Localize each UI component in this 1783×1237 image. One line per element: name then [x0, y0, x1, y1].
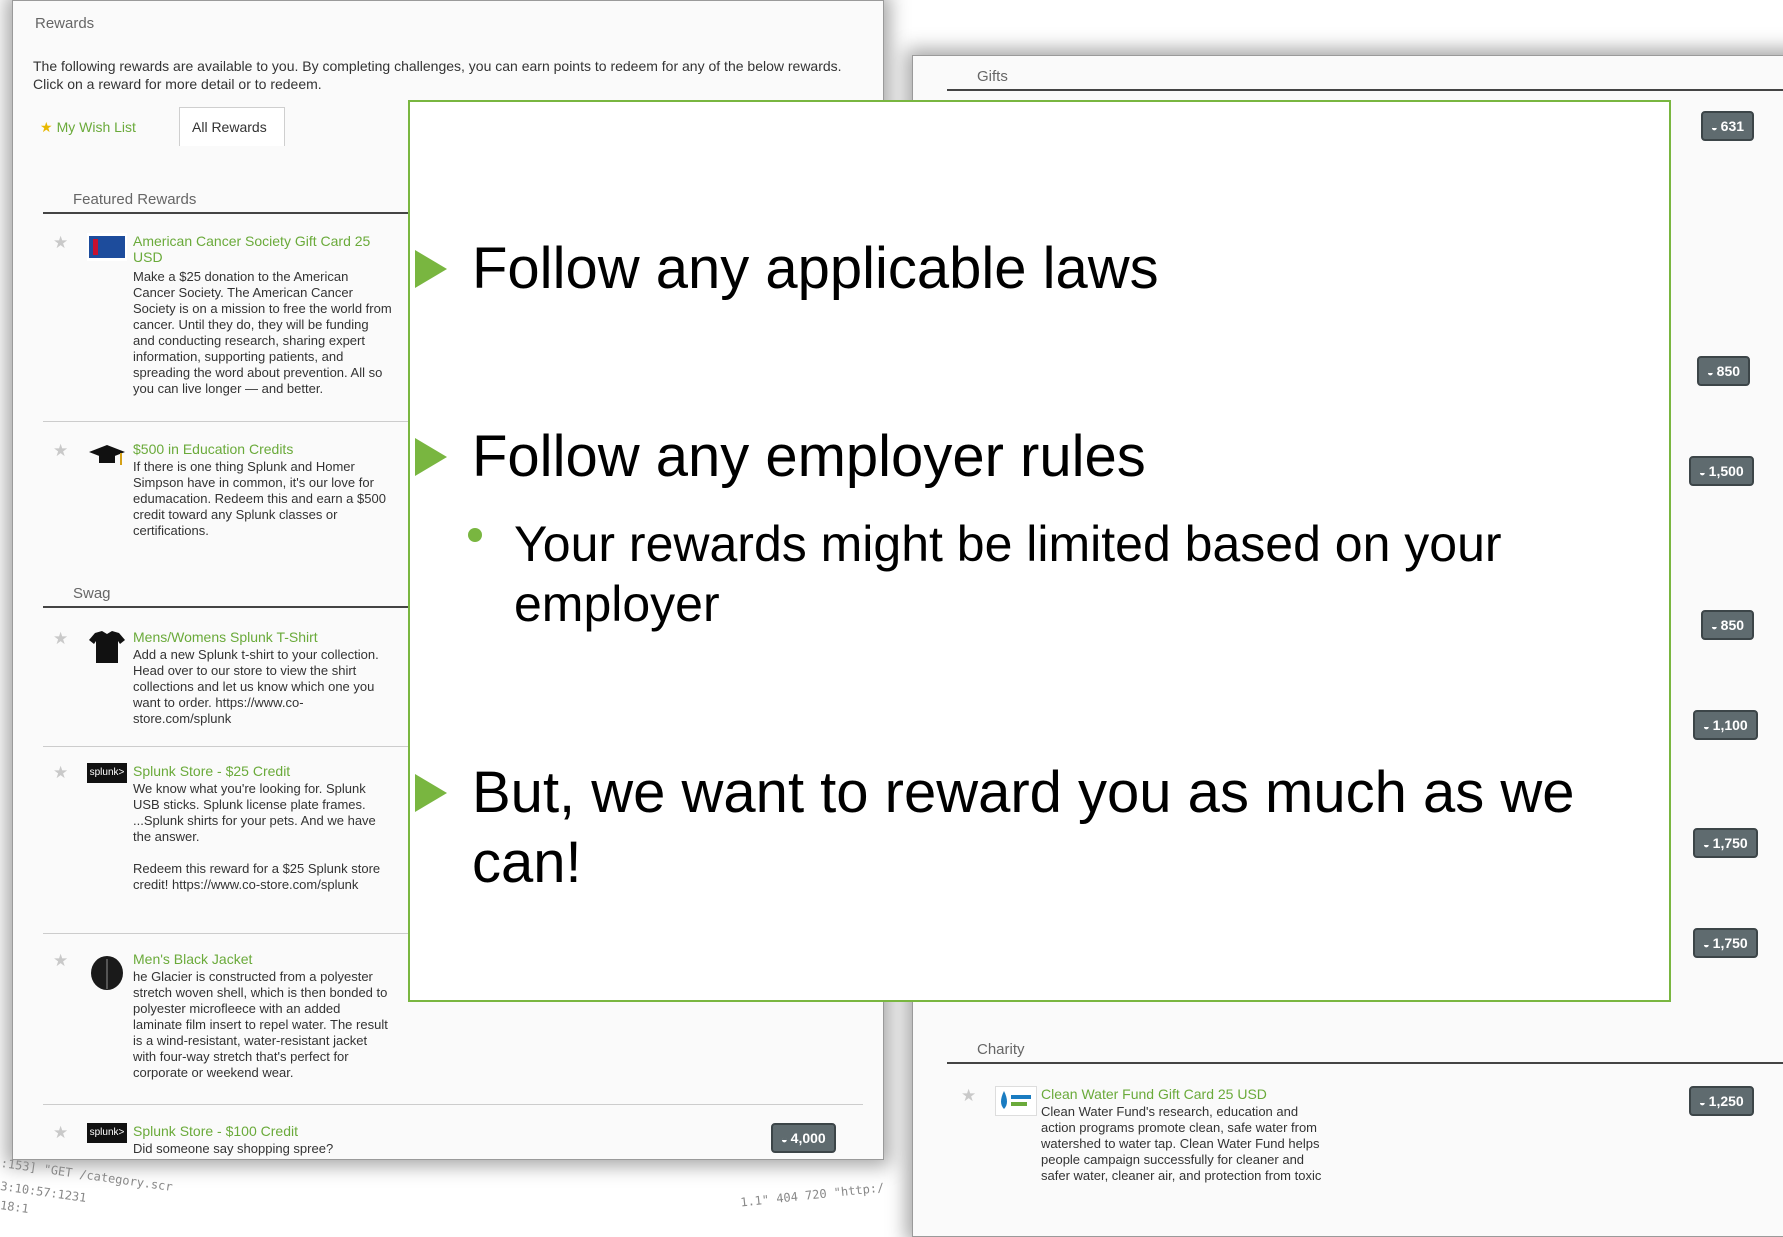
splunk-logo-text: splunk> — [89, 1127, 125, 1138]
points-icon: ◒ — [1711, 621, 1718, 633]
points-icon: ◒ — [1703, 839, 1710, 851]
reward-description: If there is one thing Splunk and Homer S… — [133, 459, 386, 538]
points-badge[interactable]: ◒ 631 — [1701, 111, 1755, 141]
reward-title[interactable]: Men's Black Jacket — [133, 951, 373, 967]
points-value: 1,750 — [1712, 835, 1748, 851]
gifts-heading: Gifts — [947, 68, 1783, 91]
reward-description: Did someone say shopping spree? — [133, 1141, 334, 1156]
points-icon: ◒ — [1699, 1097, 1706, 1109]
log-text: 18:1 — [0, 1198, 30, 1216]
points-icon: ◒ — [1703, 721, 1710, 733]
points-badge[interactable]: ◒ 4,000 — [771, 1123, 836, 1153]
bullet-text: But, we want to reward you as much as we… — [472, 760, 1575, 895]
points-badge[interactable]: ◒ 1,250 — [1689, 1086, 1754, 1116]
points-value: 631 — [1720, 118, 1745, 134]
tab-my-wish-list-label: My Wish List — [56, 119, 136, 135]
points-icon: ◒ — [1707, 367, 1714, 379]
splunk-logo: splunk> — [87, 1123, 127, 1143]
graduation-cap-icon — [87, 441, 127, 469]
favorite-star-icon[interactable]: ★ — [961, 1086, 976, 1106]
jacket-icon — [87, 951, 127, 990]
sub-bullet-text: Your rewards might be limited based on y… — [514, 516, 1502, 632]
reward-title[interactable]: $500 in Education Credits — [133, 441, 373, 457]
points-badge[interactable]: ◒ 1,750 — [1693, 928, 1758, 958]
points-icon: ◒ — [1703, 939, 1710, 951]
dot-bullet-icon — [468, 528, 482, 542]
triangle-bullet-icon — [415, 250, 447, 288]
tab-my-wish-list[interactable]: ★ My Wish List — [27, 107, 173, 146]
slide-overlay: Follow any applicable laws Follow any em… — [408, 100, 1671, 1002]
log-text: 1.1" 404 720 "http:/ — [739, 1180, 885, 1210]
star-icon: ★ — [40, 119, 53, 135]
favorite-star-icon[interactable]: ★ — [53, 763, 68, 783]
reward-title[interactable]: Mens/Womens Splunk T-Shirt — [133, 629, 373, 645]
american-cancer-society-logo — [87, 233, 127, 261]
points-value: 1,750 — [1712, 935, 1748, 951]
reward-description: he Glacier is constructed from a polyest… — [133, 969, 388, 1080]
divider — [43, 1104, 863, 1105]
reward-description: We know what you're looking for. Splunk … — [133, 781, 376, 844]
favorite-star-icon[interactable]: ★ — [53, 441, 68, 461]
favorite-star-icon[interactable]: ★ — [53, 233, 68, 253]
bullet-text: Follow any applicable laws — [472, 236, 1159, 301]
points-badge[interactable]: ◒ 1,500 — [1689, 456, 1754, 486]
reward-description-extra: Redeem this reward for a $25 Splunk stor… — [133, 861, 381, 892]
charity-heading: Charity — [947, 1041, 1783, 1064]
reward-title[interactable]: Splunk Store - $100 Credit — [133, 1123, 373, 1139]
points-icon: ◒ — [1699, 467, 1706, 479]
favorite-star-icon[interactable]: ★ — [53, 951, 68, 971]
points-value: 1,250 — [1708, 1093, 1744, 1109]
clean-water-fund-logo — [995, 1086, 1037, 1116]
points-value: 1,500 — [1708, 463, 1744, 479]
splunk-logo: splunk> — [87, 763, 127, 783]
rewards-intro: The following rewards are available to y… — [33, 58, 842, 92]
bullet-text: Follow any employer rules — [472, 424, 1146, 489]
reward-title[interactable]: Clean Water Fund Gift Card 25 USD — [1041, 1086, 1461, 1102]
points-icon: ◒ — [1711, 122, 1718, 134]
triangle-bullet-icon — [415, 774, 447, 812]
reward-title[interactable]: Splunk Store - $25 Credit — [133, 763, 373, 779]
favorite-star-icon[interactable]: ★ — [53, 629, 68, 649]
favorite-star-icon[interactable]: ★ — [53, 1123, 68, 1143]
points-value: 850 — [1716, 363, 1741, 379]
points-value: 850 — [1720, 617, 1745, 633]
reward-description: Clean Water Fund's research, education a… — [1041, 1104, 1322, 1183]
points-badge[interactable]: ◒ 850 — [1701, 610, 1755, 640]
reward-description: Make a $25 donation to the American Canc… — [133, 269, 392, 396]
tshirt-icon — [87, 629, 127, 663]
rewards-title: Rewards — [35, 15, 95, 32]
points-badge[interactable]: ◒ 850 — [1697, 356, 1751, 386]
points-value: 4,000 — [790, 1130, 826, 1146]
points-badge[interactable]: ◒ 1,100 — [1693, 710, 1758, 740]
triangle-bullet-icon — [415, 438, 447, 476]
tab-all-rewards[interactable]: All Rewards — [179, 107, 285, 146]
points-badge[interactable]: ◒ 1,750 — [1693, 828, 1758, 858]
tab-all-rewards-label: All Rewards — [192, 119, 267, 135]
reward-description: Add a new Splunk t-shirt to your collect… — [133, 647, 379, 726]
splunk-logo-text: splunk> — [89, 767, 125, 778]
reward-title[interactable]: American Cancer Society Gift Card 25 USD — [133, 233, 373, 265]
points-value: 1,100 — [1712, 717, 1748, 733]
points-icon: ◒ — [781, 1134, 788, 1146]
